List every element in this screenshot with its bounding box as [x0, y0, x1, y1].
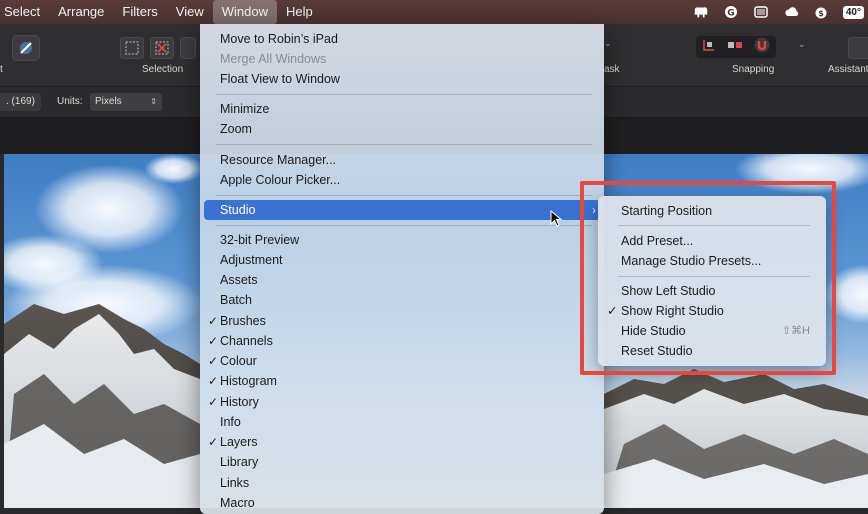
menu-separator	[216, 195, 592, 196]
brush-tool-icon[interactable]	[12, 35, 40, 61]
menu-item-label: Batch	[220, 293, 252, 307]
money-bag-icon[interactable]: $	[813, 4, 829, 20]
menu-item-label: Adjustment	[220, 253, 283, 267]
assistant-button-icon[interactable]	[848, 37, 868, 59]
mask-group-label: ask	[604, 64, 620, 75]
menu-separator	[216, 144, 592, 145]
menu-item-layers[interactable]: ✓ Layers	[204, 432, 600, 452]
toolbar-left-label: t	[0, 64, 3, 75]
menu-item-label: Minimize	[220, 102, 270, 116]
status-area: G $ 40°	[693, 0, 868, 24]
window-menu-dropdown: Move to Robin’s iPad Merge All Windows F…	[200, 24, 604, 514]
menu-item-label: Apple Colour Picker...	[220, 173, 341, 187]
window-icon[interactable]	[753, 4, 769, 20]
menu-item-label: Studio	[220, 203, 256, 217]
bulldog-icon[interactable]	[693, 4, 709, 20]
menu-item-label: Layers	[220, 435, 258, 449]
menu-item-adjustment[interactable]: Adjustment	[204, 250, 600, 270]
menu-item-float-view[interactable]: Float View to Window	[204, 69, 600, 89]
checkmark-icon: ✓	[208, 314, 219, 328]
menu-item-label: 32-bit Preview	[220, 233, 300, 247]
menu-item-label: Channels	[220, 334, 273, 348]
assistant-group-label: Assistant	[828, 64, 868, 75]
menu-item-minimize[interactable]: Minimize	[204, 99, 600, 119]
checkmark-icon: ✓	[208, 395, 219, 409]
checkmark-icon: ✓	[208, 354, 219, 368]
checkmark-icon: ✓	[208, 435, 219, 449]
circle-g-icon[interactable]: G	[723, 4, 739, 20]
units-select[interactable]: Pixels ⇕	[90, 93, 162, 111]
units-label: Units:	[57, 96, 83, 107]
menu-item-label: Assets	[220, 273, 258, 287]
temperature-badge[interactable]: 40°	[842, 5, 864, 19]
menu-view[interactable]: View	[167, 0, 213, 24]
snap-grid-icon[interactable]	[702, 38, 716, 57]
menu-item-label: Move to Robin’s iPad	[220, 32, 338, 46]
menu-item-label: Float View to Window	[220, 72, 340, 86]
menu-item-32bit-preview[interactable]: 32-bit Preview	[204, 230, 600, 250]
menu-item-macro[interactable]: Macro	[204, 493, 600, 513]
menu-item-colour[interactable]: ✓ Colour	[204, 351, 600, 371]
menu-item-label: Resource Manager...	[220, 153, 337, 167]
menu-item-label: Links	[220, 476, 250, 490]
menu-item-batch[interactable]: Batch	[204, 290, 600, 310]
menu-item-resource-manager[interactable]: Resource Manager...	[204, 150, 600, 170]
menu-item-history[interactable]: ✓ History	[204, 392, 600, 412]
menu-separator	[216, 94, 592, 95]
menu-item-zoom[interactable]: Zoom	[204, 119, 600, 139]
invert-selection-icon[interactable]	[180, 37, 196, 59]
snapping-magnet-icon[interactable]	[754, 37, 770, 58]
menu-separator	[216, 225, 592, 226]
cloud-weather-icon[interactable]	[783, 4, 799, 20]
menu-item-links[interactable]: Links	[204, 473, 600, 493]
menu-select[interactable]: Select	[0, 0, 49, 24]
menu-item-merge-all-windows: Merge All Windows	[204, 49, 600, 69]
menu-window[interactable]: Window	[212, 0, 277, 24]
mouse-pointer-icon	[550, 210, 563, 227]
menu-help[interactable]: Help	[277, 0, 322, 24]
selection-group-label: Selection	[142, 64, 184, 75]
snapping-controls	[696, 36, 776, 58]
menu-item-colour-picker[interactable]: Apple Colour Picker...	[204, 170, 600, 190]
menu-arrange[interactable]: Arrange	[49, 0, 113, 24]
marquee-select-icon[interactable]	[120, 37, 144, 59]
deselect-icon[interactable]	[150, 37, 174, 59]
menu-item-label: Zoom	[220, 122, 252, 136]
menu-item-info[interactable]: Info	[204, 412, 600, 432]
menu-item-studio[interactable]: Studio ›	[204, 200, 600, 220]
mask-dropdown-chevron-icon[interactable]: ⌄	[604, 38, 612, 49]
menu-item-label: Brushes	[220, 314, 266, 328]
menu-item-label: Histogram	[220, 374, 277, 388]
menu-bar: Select Arrange Filters View Window Help …	[0, 0, 868, 24]
menu-item-histogram[interactable]: ✓ Histogram	[204, 371, 600, 391]
menu-item-brushes[interactable]: ✓ Brushes	[204, 311, 600, 331]
snap-object-icon[interactable]	[727, 38, 743, 56]
menu-item-library[interactable]: Library	[204, 452, 600, 472]
menu-item-label: Colour	[220, 354, 257, 368]
svg-text:$: $	[818, 9, 824, 18]
menu-item-move-to-ipad[interactable]: Move to Robin’s iPad	[204, 29, 600, 49]
menu-item-label: History	[220, 395, 259, 409]
updown-chevron-icon: ⇕	[150, 97, 157, 106]
snapping-dropdown-chevron-icon[interactable]: ⌄	[798, 39, 806, 50]
menu-item-channels[interactable]: ✓ Channels	[204, 331, 600, 351]
annotation-highlight-box	[580, 181, 836, 375]
menu-filters[interactable]: Filters	[113, 0, 166, 24]
menu-item-assets[interactable]: Assets	[204, 270, 600, 290]
checkmark-icon: ✓	[208, 334, 219, 348]
menu-item-label: Merge All Windows	[220, 52, 327, 66]
units-select-value: Pixels	[95, 96, 122, 107]
menu-item-label: Info	[220, 415, 241, 429]
snapping-group-label: Snapping	[732, 64, 775, 75]
svg-text:G: G	[727, 9, 734, 19]
menu-item-label: Library	[220, 455, 259, 469]
dimension-readout: . (169)	[0, 93, 41, 111]
checkmark-icon: ✓	[208, 374, 219, 388]
